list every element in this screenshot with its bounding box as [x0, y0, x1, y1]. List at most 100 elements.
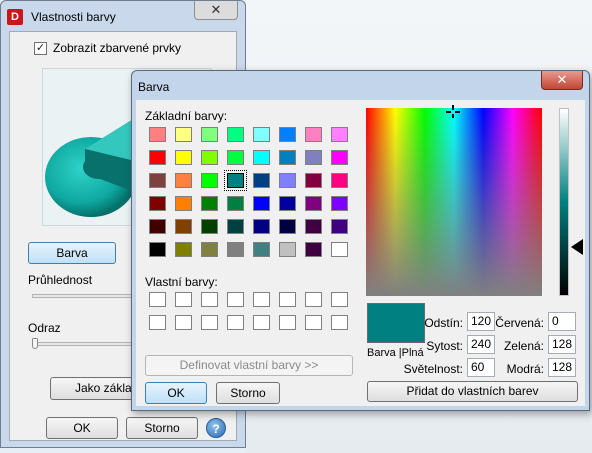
- green-label: Zelená:: [503, 339, 544, 353]
- reflection-slider[interactable]: [32, 342, 132, 346]
- basic-color-swatch[interactable]: [201, 127, 218, 142]
- basic-color-swatch[interactable]: [331, 219, 348, 234]
- show-colored-checkbox[interactable]: ✓: [34, 41, 47, 55]
- custom-color-swatch[interactable]: [149, 292, 166, 307]
- basic-color-swatch[interactable]: [149, 150, 166, 165]
- basic-color-swatch[interactable]: [201, 173, 218, 188]
- basic-color-swatch[interactable]: [175, 242, 192, 257]
- show-colored-label: Zobrazit zbarvené prvky: [53, 41, 182, 55]
- custom-color-swatch[interactable]: [201, 315, 218, 330]
- luminosity-label: Světelnost:: [403, 362, 463, 376]
- custom-color-swatch[interactable]: [279, 292, 296, 307]
- green-field[interactable]: 128: [548, 335, 576, 354]
- custom-color-swatch[interactable]: [175, 292, 192, 307]
- spectrum-crosshair-right: [455, 111, 460, 113]
- basic-color-swatch[interactable]: [331, 150, 348, 165]
- custom-color-swatch[interactable]: [175, 315, 192, 330]
- basic-color-swatch[interactable]: [227, 196, 244, 211]
- basic-color-swatch[interactable]: [279, 196, 296, 211]
- as-default-button[interactable]: Jako základ: [50, 377, 140, 400]
- custom-color-swatch[interactable]: [253, 292, 270, 307]
- luminosity-bar[interactable]: [559, 108, 569, 296]
- custom-color-swatch[interactable]: [227, 292, 244, 307]
- basic-color-swatch[interactable]: [331, 196, 348, 211]
- custom-color-swatch[interactable]: [305, 315, 322, 330]
- basic-color-swatch[interactable]: [253, 196, 270, 211]
- dialog-close-button[interactable]: ✕: [541, 71, 583, 90]
- blue-field[interactable]: 128: [548, 358, 576, 377]
- basic-color-swatch[interactable]: [201, 242, 218, 257]
- basic-color-swatch[interactable]: [253, 219, 270, 234]
- basic-color-swatch[interactable]: [279, 173, 296, 188]
- custom-color-swatch[interactable]: [279, 315, 296, 330]
- window-title: Vlastnosti barvy: [31, 10, 116, 24]
- add-to-custom-colors-button[interactable]: Přidat do vlastních barev: [367, 381, 578, 402]
- basic-color-swatch[interactable]: [305, 173, 322, 188]
- basic-color-swatch[interactable]: [305, 242, 322, 257]
- red-field[interactable]: 0: [548, 312, 576, 331]
- dialog-cancel-button[interactable]: Storno: [216, 382, 280, 404]
- color-dialog: Barva ✕ Základní barvy: Vlastní barvy: D…: [131, 70, 590, 411]
- ok-button[interactable]: OK: [46, 417, 118, 439]
- close-icon: ✕: [210, 2, 222, 17]
- custom-color-swatch[interactable]: [149, 315, 166, 330]
- basic-color-swatch[interactable]: [227, 219, 244, 234]
- basic-color-swatch[interactable]: [175, 173, 192, 188]
- basic-color-swatch[interactable]: [227, 150, 244, 165]
- basic-color-swatch[interactable]: [175, 127, 192, 142]
- color-spectrum[interactable]: [366, 108, 542, 296]
- basic-color-swatch[interactable]: [279, 219, 296, 234]
- basic-color-swatch[interactable]: [305, 219, 322, 234]
- basic-color-swatch[interactable]: [305, 196, 322, 211]
- color-button[interactable]: Barva: [28, 242, 116, 264]
- basic-color-swatch[interactable]: [149, 242, 166, 257]
- custom-color-swatch[interactable]: [253, 315, 270, 330]
- basic-color-swatch[interactable]: [253, 150, 270, 165]
- basic-color-swatch[interactable]: [175, 150, 192, 165]
- basic-color-swatch[interactable]: [279, 242, 296, 257]
- luminosity-pointer-icon[interactable]: [571, 239, 583, 255]
- custom-color-swatch[interactable]: [305, 292, 322, 307]
- custom-color-swatch[interactable]: [331, 315, 348, 330]
- basic-color-swatch[interactable]: [331, 173, 348, 188]
- basic-color-swatch[interactable]: [149, 173, 166, 188]
- close-button[interactable]: ✕: [194, 1, 238, 20]
- red-label: Červená:: [495, 316, 544, 330]
- basic-color-swatch[interactable]: [201, 150, 218, 165]
- cancel-button[interactable]: Storno: [126, 417, 198, 439]
- basic-color-swatch[interactable]: [331, 127, 348, 142]
- basic-color-swatch[interactable]: [149, 219, 166, 234]
- help-icon[interactable]: ?: [206, 418, 226, 438]
- reflection-slider-thumb[interactable]: [32, 338, 38, 349]
- spectrum-crosshair-bottom: [452, 114, 454, 118]
- basic-color-swatch[interactable]: [227, 127, 244, 142]
- basic-color-swatch[interactable]: [279, 150, 296, 165]
- basic-color-swatch[interactable]: [201, 219, 218, 234]
- close-icon: ✕: [556, 72, 568, 87]
- transparency-slider[interactable]: [32, 294, 132, 298]
- basic-color-swatch[interactable]: [175, 196, 192, 211]
- show-colored-checkbox-row[interactable]: ✓ Zobrazit zbarvené prvky: [34, 41, 181, 55]
- dialog-title: Barva: [138, 80, 170, 94]
- custom-color-swatch[interactable]: [331, 292, 348, 307]
- define-custom-colors-button: Definovat vlastní barvy >>: [145, 355, 353, 376]
- custom-color-swatch[interactable]: [227, 315, 244, 330]
- basic-color-swatch[interactable]: [305, 150, 322, 165]
- transparency-label: Průhlednost: [28, 273, 93, 287]
- basic-color-swatch[interactable]: [253, 242, 270, 257]
- basic-color-swatch[interactable]: [224, 170, 247, 191]
- basic-color-swatch[interactable]: [305, 127, 322, 142]
- dialog-ok-button[interactable]: OK: [145, 382, 207, 404]
- basic-color-swatch[interactable]: [175, 219, 192, 234]
- basic-color-swatch[interactable]: [149, 196, 166, 211]
- basic-color-swatch[interactable]: [279, 127, 296, 142]
- custom-colors-label: Vlastní barvy:: [145, 275, 218, 289]
- custom-color-swatch[interactable]: [201, 292, 218, 307]
- basic-color-swatch[interactable]: [253, 127, 270, 142]
- basic-colors-label: Základní barvy:: [145, 109, 228, 123]
- basic-color-swatch[interactable]: [331, 242, 348, 257]
- basic-color-swatch[interactable]: [149, 127, 166, 142]
- basic-color-swatch[interactable]: [253, 173, 270, 188]
- basic-color-swatch[interactable]: [227, 242, 244, 257]
- basic-color-swatch[interactable]: [201, 196, 218, 211]
